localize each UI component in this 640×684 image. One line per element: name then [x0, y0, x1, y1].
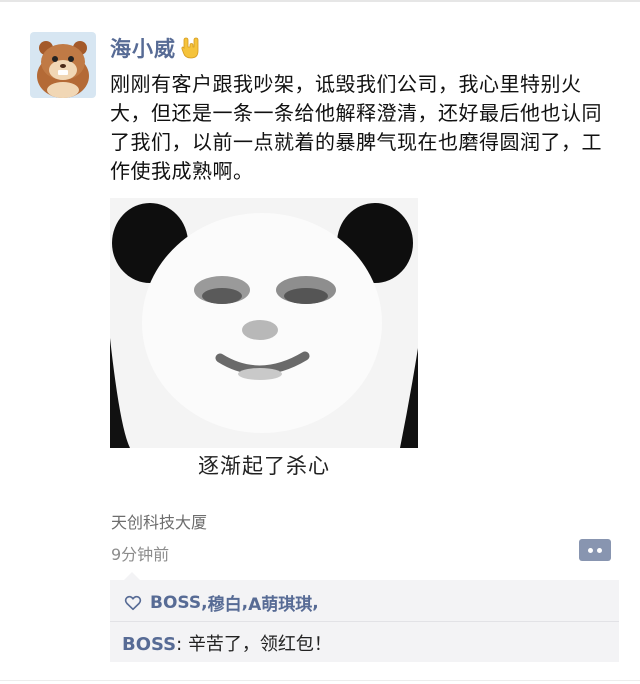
moments-post-page: 海小威 刚刚有客户跟我吵架，诋毁我们公司，我心里特别火大，但还是一条一条给他解释… — [0, 0, 640, 684]
comment-item[interactable]: BOSS: 辛苦了，领红包！ — [122, 630, 332, 656]
bottom-divider — [0, 680, 640, 681]
comment-author[interactable]: BOSS — [122, 634, 176, 655]
top-divider — [0, 0, 640, 2]
post-text: 刚刚有客户跟我吵架，诋毁我们公司，我心里特别火大，但还是一条一条给他解释澄清，还… — [110, 72, 602, 183]
rock-hand-emoji-icon — [181, 37, 199, 59]
username[interactable]: 海小威 — [110, 33, 176, 63]
username-row: 海小威 — [110, 30, 620, 66]
like-name[interactable]: BOSS — [150, 593, 201, 613]
likes-comments-box: BOSS, 穆白, A萌琪琪, BOSS: 辛苦了，领红包！ — [110, 572, 619, 662]
post-time: 9分钟前 — [111, 545, 170, 564]
post-image[interactable]: 逐渐起了杀心 — [110, 198, 418, 490]
heart-outline-icon — [124, 595, 142, 610]
like-name[interactable]: A萌琪琪 — [248, 590, 312, 615]
like-name[interactable]: 穆白 — [208, 590, 242, 615]
location-text[interactable]: 天创科技大厦 — [111, 509, 207, 533]
like-trailing-comma: , — [312, 592, 319, 613]
post-content: 海小威 刚刚有客户跟我吵架，诋毁我们公司，我心里特别火大，但还是一条一条给他解释… — [110, 30, 620, 186]
likes-divider — [110, 621, 619, 622]
comment-action-button[interactable] — [579, 539, 611, 561]
comment-separator: : — [176, 634, 188, 655]
user-avatar[interactable] — [30, 32, 96, 98]
comment-dot-icon — [588, 547, 593, 553]
hamster-avatar-icon — [30, 32, 96, 98]
comment-dot-icon — [597, 547, 602, 553]
panda-meme-image — [110, 198, 418, 448]
image-caption: 逐渐起了杀心 — [198, 454, 330, 478]
comment-text: 辛苦了，领红包！ — [187, 634, 332, 655]
likes-row: BOSS, 穆白, A萌琪琪, — [124, 590, 319, 615]
